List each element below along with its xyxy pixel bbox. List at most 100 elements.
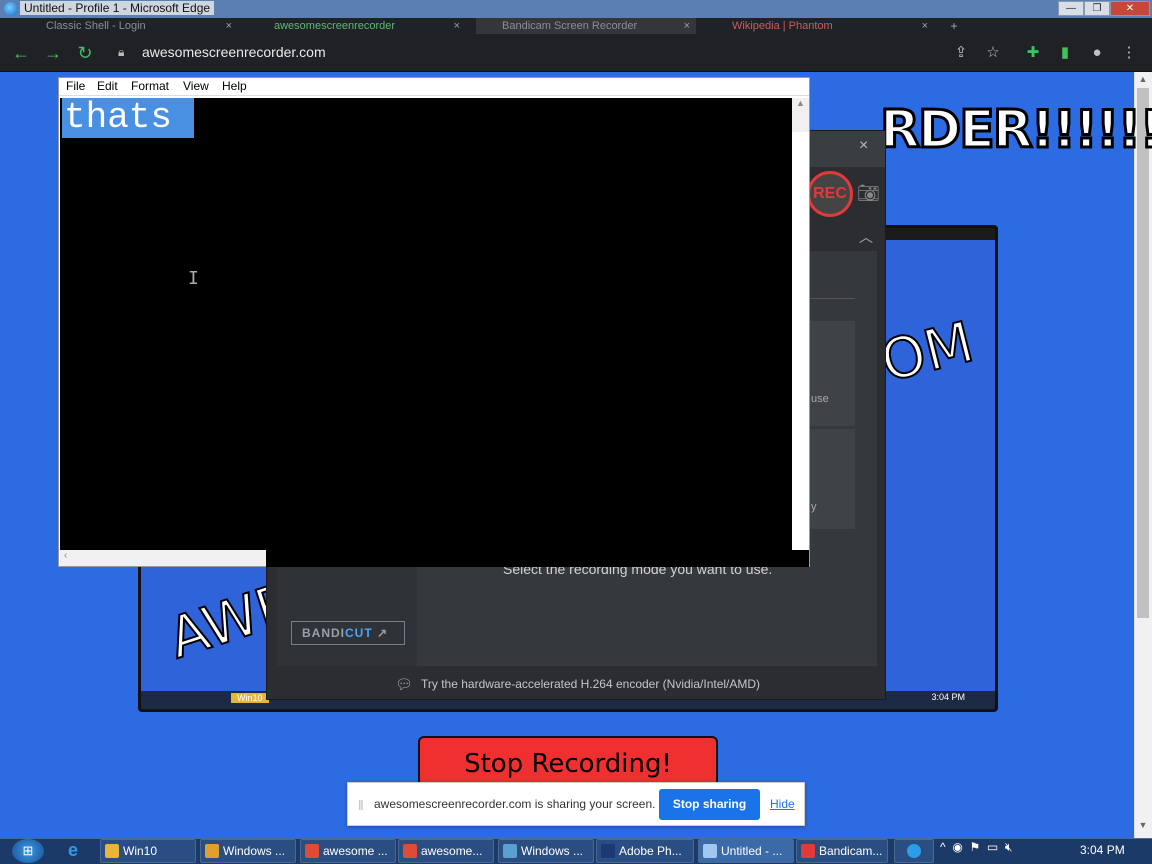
taskbar-item[interactable]: Adobe Ph...: [596, 839, 694, 863]
notepad-menubar: File Edit Format View Help: [59, 78, 809, 96]
tab-label: Classic Shell - Login: [46, 20, 146, 32]
taskbar-app-icon: [703, 844, 717, 858]
taskbar-app-icon: [801, 844, 815, 858]
taskbar-item[interactable]: Windows ...: [498, 839, 594, 863]
taskbar-item-label: awesome...: [421, 844, 483, 858]
edge-taskbar-icon[interactable]: [894, 839, 934, 863]
close-window-button[interactable]: ✕: [1110, 1, 1150, 16]
start-button[interactable]: ⊞: [12, 839, 44, 863]
reload-icon[interactable]: ↻: [74, 42, 96, 64]
bandicut-label-a: BANDI: [302, 626, 345, 640]
tab-3[interactable]: Bandicam Screen Recorder ×: [476, 18, 696, 34]
new-tab-button[interactable]: +: [944, 18, 964, 34]
back-arrow-icon[interactable]: ←: [10, 42, 32, 64]
page-scrollbar-thumb[interactable]: [1137, 88, 1149, 618]
tab-label: Wikipedia | Phantom: [732, 20, 833, 32]
taskbar-item-label: awesome ...: [323, 844, 388, 858]
taskbar-item[interactable]: awesome ...: [300, 839, 396, 863]
lock-icon[interactable]: 🔒︎: [118, 45, 132, 61]
taskbar-app-icon: [205, 844, 219, 858]
share-icon[interactable]: ⇪: [950, 42, 972, 64]
extensions-puzzle-icon[interactable]: ✚: [1022, 42, 1044, 64]
edge-logo-icon: [4, 2, 18, 16]
sharing-message: awesomescreenrecorder.com is sharing you…: [374, 797, 656, 811]
taskbar-item[interactable]: Bandicam...: [796, 839, 888, 863]
tab-2[interactable]: awesomescreenrecorder ×: [248, 18, 466, 34]
tab-1[interactable]: Classic Shell - Login ×: [20, 18, 238, 34]
scroll-down-arrow-icon[interactable]: ▼: [1137, 820, 1149, 834]
url-input[interactable]: awesomescreenrecorder.com: [142, 44, 326, 60]
taskbar-item[interactable]: Win10: [100, 839, 196, 863]
hide-link[interactable]: Hide: [770, 797, 795, 811]
menu-format[interactable]: Format: [131, 79, 169, 93]
tab-close-icon[interactable]: ×: [684, 18, 690, 34]
internet-explorer-icon[interactable]: e: [68, 840, 78, 861]
menu-help[interactable]: Help: [222, 79, 247, 93]
menu-edit[interactable]: Edit: [97, 79, 118, 93]
taskbar-app-icon: [305, 844, 319, 858]
minimize-button[interactable]: —: [1058, 1, 1084, 16]
tab-label: Bandicam Screen Recorder: [502, 20, 638, 32]
taskbar-app-icon: [503, 844, 517, 858]
editor-overflow: [266, 550, 809, 567]
address-bar: ← → ↻ 🔒︎ awesomescreenrecorder.com ⇪ ☆ ✚…: [0, 34, 1152, 72]
tray-flag-icon[interactable]: ⚑: [969, 840, 980, 854]
notepad-text-area[interactable]: thats I: [60, 98, 792, 550]
nested-headline-right: OM: [874, 309, 981, 396]
page-headline: RDER!!!!!!: [878, 99, 1152, 162]
tab-close-icon[interactable]: ×: [922, 18, 928, 34]
drag-handle-icon[interactable]: ‖: [358, 797, 364, 813]
tab-close-icon[interactable]: ×: [226, 18, 232, 34]
tab-label: awesomescreenrecorder: [274, 20, 396, 32]
taskbar-app-icon: [105, 844, 119, 858]
divider: [807, 298, 855, 299]
window-titlebar: Untitled - Profile 1 - Microsoft Edge — …: [0, 0, 1152, 18]
menu-kebab-icon[interactable]: ⋮: [1118, 42, 1140, 64]
edge-icon: [907, 844, 921, 858]
encoder-tip-link[interactable]: Try the hardware-accelerated H.264 encod…: [421, 677, 760, 691]
menu-file[interactable]: File: [66, 79, 85, 93]
star-icon[interactable]: ☆: [982, 42, 1004, 64]
notepad-window: File Edit Format View Help thats I ▲ ‹: [58, 77, 810, 567]
taskbar-app-icon: [403, 844, 417, 858]
sidebar-icon[interactable]: ▮: [1054, 42, 1076, 64]
scroll-up-arrow-icon[interactable]: ▲: [1137, 74, 1149, 88]
taskbar-item-label: Win10: [123, 844, 158, 858]
taskbar-item[interactable]: awesome...: [398, 839, 494, 863]
chat-bubble-icon: 💬︎: [395, 676, 413, 692]
profile-avatar-icon[interactable]: ●: [1086, 42, 1108, 64]
tab-close-icon[interactable]: ×: [454, 18, 460, 34]
chevron-up-icon[interactable]: ︿: [859, 227, 873, 247]
taskbar-item-label: Windows ...: [521, 844, 584, 858]
taskbar-item[interactable]: Untitled - ...: [698, 839, 794, 863]
maximize-button[interactable]: ❐: [1084, 1, 1110, 16]
mode-card[interactable]: [807, 321, 855, 426]
text-cursor-icon: I: [188, 268, 199, 289]
camera-icon[interactable]: 📷︎: [857, 183, 880, 204]
forward-arrow-icon[interactable]: →: [42, 42, 64, 64]
stop-sharing-button[interactable]: Stop sharing: [659, 789, 760, 820]
mode-card-label: use: [811, 393, 829, 405]
tab-strip: Classic Shell - Login × awesomescreenreco…: [0, 18, 1152, 34]
menu-view[interactable]: View: [183, 79, 209, 93]
screen-sharing-bar: ‖ awesomescreenrecorder.com is sharing y…: [347, 782, 805, 826]
tray-network-icon[interactable]: ▭: [987, 840, 998, 854]
nested-clock: 3:04 PM: [931, 692, 965, 702]
bandicut-button[interactable]: BANDICUT ↗: [291, 621, 405, 645]
tray-chevron-icon[interactable]: ^: [940, 840, 946, 854]
taskbar-clock[interactable]: 3:04 PM: [1080, 843, 1125, 857]
bandicam-close-icon[interactable]: ×: [859, 137, 868, 155]
notepad-vscroll[interactable]: ▲: [792, 98, 809, 132]
mode-card[interactable]: [807, 429, 855, 529]
taskbar-item-label: Windows ...: [223, 844, 286, 858]
rec-button[interactable]: REC: [807, 171, 853, 217]
nested-task-item: Win10: [231, 693, 269, 703]
window-title: Untitled - Profile 1 - Microsoft Edge: [20, 1, 215, 15]
tray-record-icon[interactable]: ◉: [952, 840, 962, 854]
taskbar-item[interactable]: Windows ...: [200, 839, 296, 863]
bandicut-label-b: CUT: [345, 626, 373, 640]
notepad-hscroll[interactable]: ‹: [60, 550, 266, 566]
tray-volume-muted-icon[interactable]: 🔇︎: [1005, 840, 1013, 854]
tab-4[interactable]: Wikipedia | Phantom ×: [706, 18, 934, 34]
mode-card-label: y: [811, 501, 817, 513]
